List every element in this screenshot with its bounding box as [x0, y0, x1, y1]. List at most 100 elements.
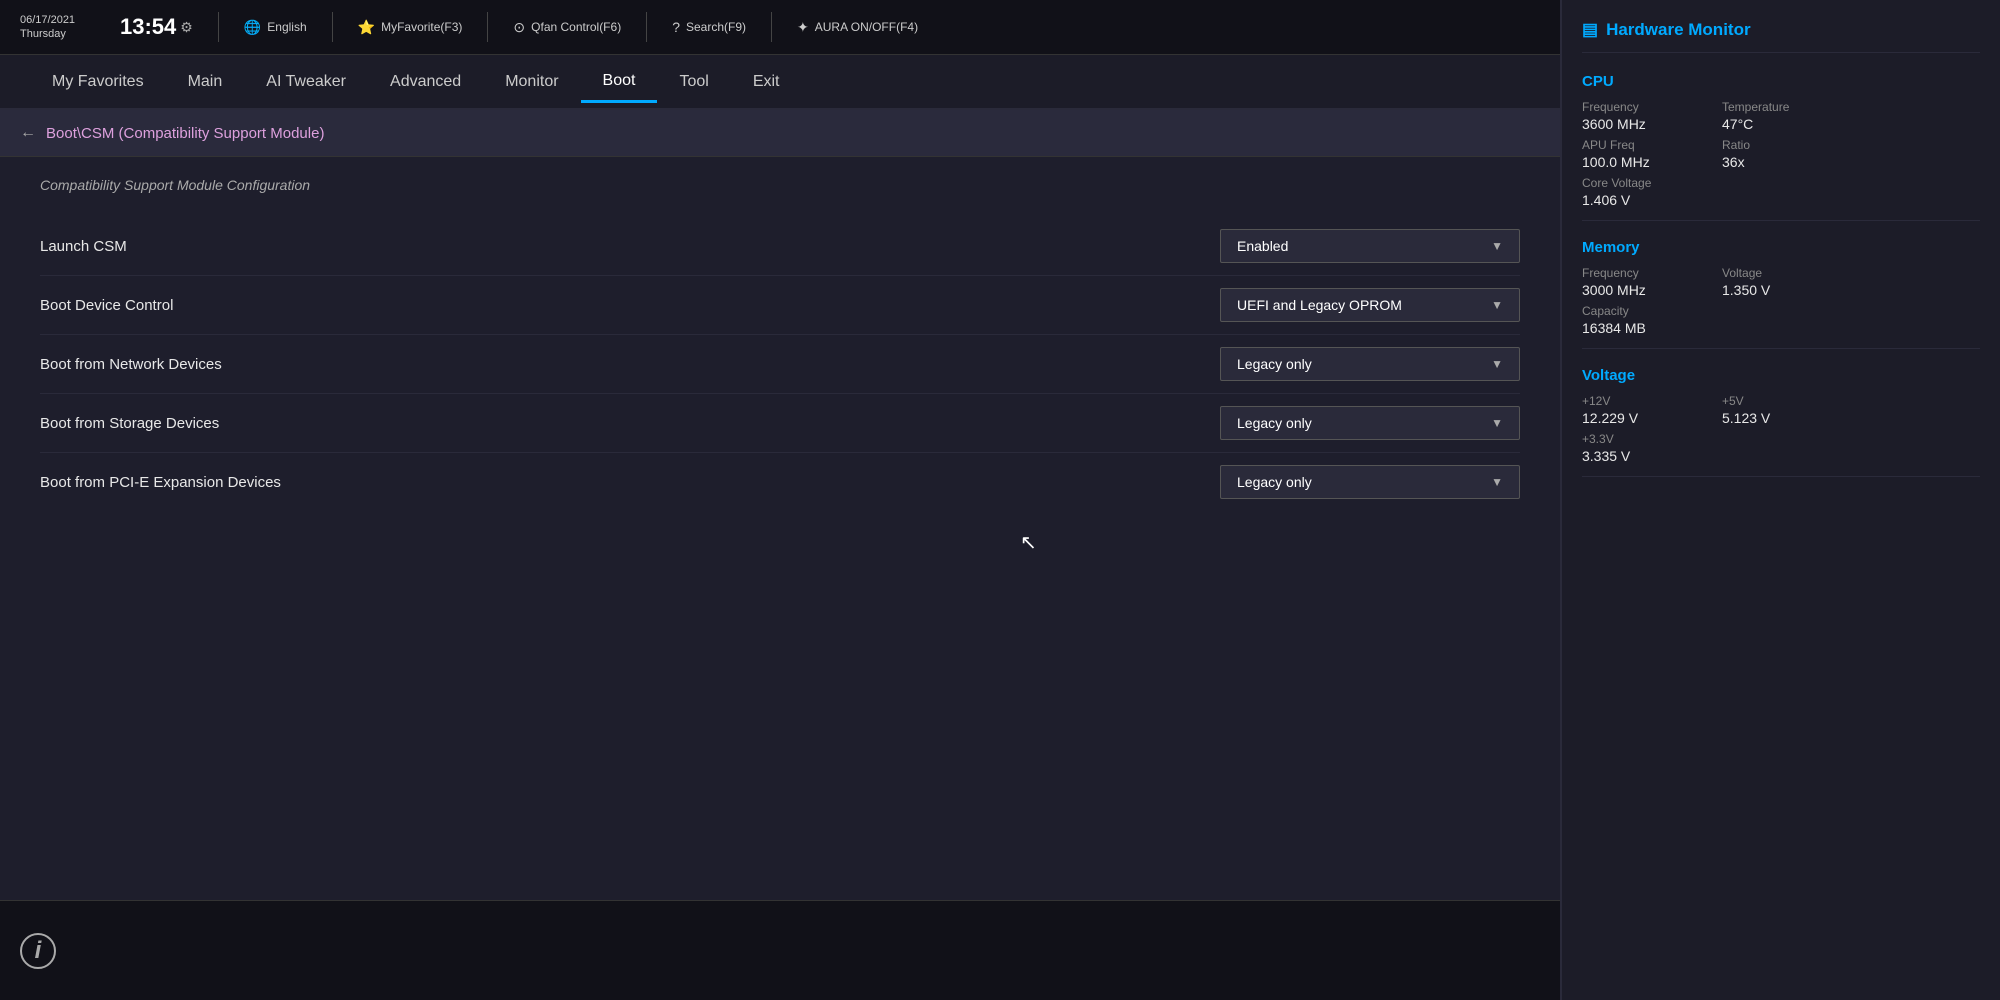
nav-bar: My Favorites Main AI Tweaker Advanced Mo…: [0, 55, 1560, 110]
myfavorite-button[interactable]: ⭐ MyFavorite(F3): [358, 19, 463, 36]
hw-sections-container: CPU Frequency 3600 MHz Temperature47°C APU F…: [1582, 73, 1980, 477]
hw-row-voltage-1: +3.3V 3.335 V: [1582, 432, 1980, 464]
divider-5: [771, 12, 772, 42]
qfan-icon: ⊙: [513, 19, 525, 36]
search-label: Search(F9): [686, 20, 746, 34]
hw-section-title-memory: Memory: [1582, 239, 1980, 256]
hw-divider-voltage: [1582, 476, 1980, 477]
hw-item-core-voltage: Core Voltage1.406 V: [1582, 176, 1682, 208]
nav-item-boot[interactable]: Boot: [581, 62, 658, 103]
hw-item-label: Voltage: [1722, 266, 1822, 280]
language-label: English: [267, 20, 306, 34]
qfan-label: Qfan Control(F6): [531, 20, 621, 34]
setting-value-boot-from-pcie: Legacy only: [1237, 474, 1312, 490]
hw-row-cpu-0: Frequency 3600 MHz Temperature47°C: [1582, 100, 1980, 132]
hw-item-value: 100.0 MHz: [1582, 154, 1682, 170]
gear-icon[interactable]: ⚙: [180, 19, 193, 36]
hw-item-label: Frequency: [1582, 100, 1682, 114]
divider-3: [487, 12, 488, 42]
hw-section-title-voltage: Voltage: [1582, 367, 1980, 384]
hw-divider-memory: [1582, 348, 1980, 349]
setting-label-launch-csm: Launch CSM: [40, 238, 127, 255]
setting-value-boot-from-storage: Legacy only: [1237, 415, 1312, 431]
hw-item-label: +12V: [1582, 394, 1682, 408]
section-title: Compatibility Support Module Configurati…: [40, 177, 1520, 193]
setting-value-boot-device-control: UEFI and Legacy OPROM: [1237, 297, 1402, 313]
settings-section: Compatibility Support Module Configurati…: [0, 157, 1560, 531]
hw-item-voltage: Voltage 1.350 V: [1722, 266, 1822, 298]
setting-label-boot-from-pcie: Boot from PCI-E Expansion Devices: [40, 474, 281, 491]
hw-item-value: 16384 MB: [1582, 320, 1682, 336]
hw-item-label: +3.3V: [1582, 432, 1682, 446]
setting-dropdown-launch-csm[interactable]: Enabled ▼: [1220, 229, 1520, 263]
divider-4: [646, 12, 647, 42]
search-button[interactable]: ? Search(F9): [672, 19, 746, 35]
setting-row-boot-from-network: Boot from Network DevicesLegacy only▼: [40, 335, 1520, 394]
hw-item-label: Capacity: [1582, 304, 1682, 318]
nav-item-advanced[interactable]: Advanced: [368, 63, 483, 101]
search-icon: ?: [672, 19, 680, 35]
setting-dropdown-boot-device-control[interactable]: UEFI and Legacy OPROM▼: [1220, 288, 1520, 322]
hw-item-value: 3000 MHz: [1582, 282, 1682, 298]
hw-item-value: 3.335 V: [1582, 448, 1682, 464]
back-arrow-icon[interactable]: ←: [20, 124, 36, 142]
hw-row-cpu-1: APU Freq 100.0 MHz Ratio36x: [1582, 138, 1980, 170]
setting-value-launch-csm: Enabled: [1237, 238, 1288, 254]
day-label: Thursday: [20, 27, 100, 41]
language-icon: 🌐: [244, 19, 261, 36]
hw-item-value: 5.123 V: [1722, 410, 1822, 426]
setting-row-boot-device-control: Boot Device Control UEFI and Legacy OPROM…: [40, 276, 1520, 335]
hw-item-capacity: Capacity 16384 MB: [1582, 304, 1682, 336]
setting-row-boot-from-pcie: Boot from PCI-E Expansion Devices Legacy …: [40, 453, 1520, 511]
setting-row-launch-csm: Launch CSM Enabled ▼: [40, 217, 1520, 276]
nav-item-tool[interactable]: Tool: [657, 63, 730, 101]
hw-monitor-icon: ▤: [1582, 20, 1598, 40]
aura-button[interactable]: ✦ AURA ON/OFF(F4): [797, 19, 918, 36]
nav-item-my-favorites[interactable]: My Favorites: [30, 63, 166, 101]
setting-label-boot-device-control: Boot Device Control: [40, 297, 173, 314]
divider-2: [332, 12, 333, 42]
hw-row-cpu-2: Core Voltage1.406 V: [1582, 176, 1980, 208]
setting-dropdown-boot-from-pcie[interactable]: Legacy only▼: [1220, 465, 1520, 499]
hw-item-value: 12.229 V: [1582, 410, 1682, 426]
date-label: 06/17/2021: [20, 13, 100, 27]
hw-item-label: APU Freq: [1582, 138, 1682, 152]
language-selector[interactable]: 🌐 English: [244, 19, 307, 36]
hw-item--3-3v: +3.3V 3.335 V: [1582, 432, 1682, 464]
hw-item-value: 36x: [1722, 154, 1822, 170]
hw-item-temperature: Temperature47°C: [1722, 100, 1822, 132]
setting-value-boot-from-network: Legacy only: [1237, 356, 1312, 372]
qfan-button[interactable]: ⊙ Qfan Control(F6): [513, 19, 621, 36]
nav-item-main[interactable]: Main: [166, 63, 245, 101]
hw-item-value: 1.406 V: [1582, 192, 1682, 208]
bottom-bar: i: [0, 900, 1560, 1000]
nav-item-ai-tweaker[interactable]: AI Tweaker: [244, 63, 368, 101]
chevron-down-icon: ▼: [1491, 239, 1503, 253]
breadcrumb: ← Boot\CSM (Compatibility Support Module…: [0, 110, 1560, 157]
nav-item-exit[interactable]: Exit: [731, 63, 802, 101]
hw-item--12v: +12V 12.229 V: [1582, 394, 1682, 426]
nav-item-monitor[interactable]: Monitor: [483, 63, 580, 101]
hw-item-value: 1.350 V: [1722, 282, 1822, 298]
hw-item-label: Temperature: [1722, 100, 1822, 114]
hw-row-memory-1: Capacity 16384 MB: [1582, 304, 1980, 336]
hw-item-frequency: Frequency 3600 MHz: [1582, 100, 1682, 132]
hw-item-apu-freq: APU Freq 100.0 MHz: [1582, 138, 1682, 170]
hw-row-voltage-0: +12V 12.229 V +5V 5.123 V: [1582, 394, 1980, 426]
aura-icon: ✦: [797, 19, 809, 36]
hw-section-memory: MemoryFrequency3000 MHzVoltage1.350 VCap…: [1582, 239, 1980, 349]
status-bar: 06/17/2021 Thursday 13:54 ⚙ 🌐 English ⭐ …: [0, 0, 1560, 55]
time-area: 13:54 ⚙: [120, 14, 193, 40]
breadcrumb-path: Boot\CSM (Compatibility Support Module): [46, 125, 324, 142]
hw-row-memory-0: Frequency3000 MHzVoltage1.350 V: [1582, 266, 1980, 298]
datetime-display: 06/17/2021 Thursday: [20, 13, 100, 42]
hw-item-value: 3600 MHz: [1582, 116, 1682, 132]
chevron-down-icon: ▼: [1491, 416, 1503, 430]
hw-item-label: +5V: [1722, 394, 1822, 408]
setting-dropdown-boot-from-network[interactable]: Legacy only▼: [1220, 347, 1520, 381]
hw-section-title-cpu: CPU: [1582, 73, 1980, 90]
hw-item-ratio: Ratio36x: [1722, 138, 1822, 170]
main-content: ← Boot\CSM (Compatibility Support Module…: [0, 110, 1560, 900]
aura-label: AURA ON/OFF(F4): [815, 20, 918, 34]
setting-dropdown-boot-from-storage[interactable]: Legacy only ▼: [1220, 406, 1520, 440]
